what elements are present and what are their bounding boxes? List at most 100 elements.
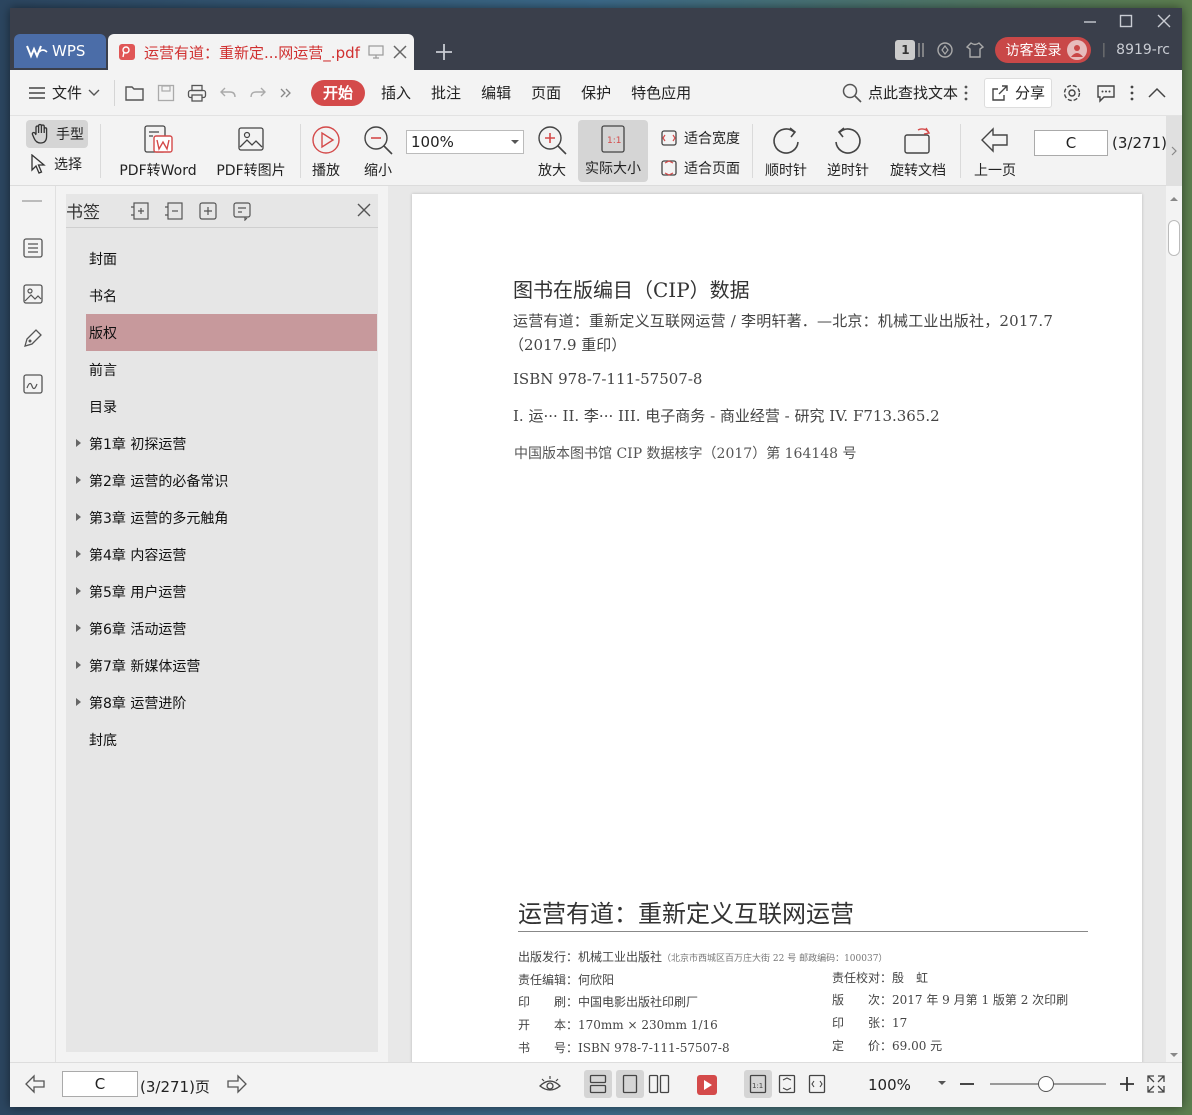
scroll-thumb[interactable] xyxy=(1168,220,1180,256)
document-view[interactable]: 图书在版编目（CIP）数据 运营有道：重新定义互联网运营 / 李明轩著．—北京：… xyxy=(388,186,1166,1062)
bookmark-item[interactable]: 第4章 内容运营 xyxy=(66,536,378,573)
expand-caret-icon[interactable] xyxy=(76,476,81,484)
window-count[interactable]: 1 xyxy=(895,40,925,60)
wps-home-tab[interactable]: WPS xyxy=(14,34,106,68)
bookmark-item[interactable]: 书名 xyxy=(66,277,378,314)
pdf-to-image-button[interactable]: PDF转图片 xyxy=(212,124,290,180)
bookmark-item[interactable]: 第3章 运营的多元触角 xyxy=(66,499,378,536)
status-play-button[interactable] xyxy=(696,1074,718,1096)
two-page-view-button[interactable] xyxy=(648,1074,670,1094)
zoom-slider-thumb[interactable] xyxy=(1038,1076,1054,1092)
expand-caret-icon[interactable] xyxy=(76,698,81,706)
open-folder-icon[interactable] xyxy=(125,84,145,102)
vertical-scrollbar[interactable] xyxy=(1166,186,1182,1062)
status-prev-page-button[interactable] xyxy=(24,1074,46,1094)
save-icon[interactable] xyxy=(157,84,175,102)
tab-edit[interactable]: 编辑 xyxy=(471,78,521,108)
zoom-in-button[interactable]: 放大 xyxy=(534,124,570,180)
bookmark-item[interactable]: 第2章 运营的必备常识 xyxy=(66,462,378,499)
expand-caret-icon[interactable] xyxy=(76,587,81,595)
close-window-button[interactable] xyxy=(1146,10,1182,32)
status-zoom-dropdown[interactable] xyxy=(938,1080,946,1086)
bookmark-item[interactable]: 封面 xyxy=(66,240,378,277)
expand-caret-icon[interactable] xyxy=(76,513,81,521)
undo-icon[interactable] xyxy=(219,85,237,101)
collapse-all-icon[interactable] xyxy=(164,201,184,221)
bookmark-list-icon[interactable] xyxy=(21,236,45,260)
select-tool-button[interactable]: 选择 xyxy=(30,154,82,174)
bookmark-item[interactable]: 第6章 活动运营 xyxy=(66,610,378,647)
previous-page-button[interactable]: 上一页 xyxy=(970,124,1020,180)
pdf-to-word-button[interactable]: PDF转Word xyxy=(112,124,204,180)
expand-caret-icon[interactable] xyxy=(76,661,81,669)
actual-size-button[interactable]: 1:1 实际大小 xyxy=(578,120,648,182)
monitor-icon[interactable] xyxy=(368,44,384,60)
bookmark-item[interactable]: 第8章 运营进阶 xyxy=(66,684,378,721)
bookmark-item[interactable]: 版权 xyxy=(86,314,377,351)
play-button[interactable]: 播放 xyxy=(306,124,346,180)
zoom-out-button[interactable]: 缩小 xyxy=(360,124,396,180)
new-tab-button[interactable] xyxy=(430,38,458,66)
expand-all-icon[interactable] xyxy=(130,201,150,221)
bookmark-item[interactable]: 前言 xyxy=(66,351,378,388)
scroll-down-icon[interactable] xyxy=(1170,1052,1178,1058)
bookmark-item[interactable]: 封底 xyxy=(66,721,378,758)
bookmark-item[interactable]: 第5章 用户运营 xyxy=(66,573,378,610)
tab-page[interactable]: 页面 xyxy=(521,78,571,108)
page-number-input[interactable]: C xyxy=(1034,130,1108,156)
bookmark-item[interactable]: 第1章 初探运营 xyxy=(66,425,378,462)
rotate-document-button[interactable]: 旋转文档 xyxy=(886,124,950,180)
bookmark-settings-icon[interactable] xyxy=(232,201,252,221)
tab-protect[interactable]: 保护 xyxy=(571,78,621,108)
scroll-up-icon[interactable] xyxy=(1170,196,1178,202)
continuous-view-button[interactable] xyxy=(584,1070,612,1098)
gear-icon[interactable] xyxy=(1062,83,1082,103)
fit-page-button[interactable]: 适合页面 xyxy=(660,158,740,178)
bookmark-item[interactable]: 目录 xyxy=(66,388,378,425)
eye-protection-button[interactable] xyxy=(538,1074,562,1094)
single-page-view-button[interactable] xyxy=(616,1070,644,1098)
status-fit-page-button[interactable] xyxy=(778,1074,796,1094)
expand-caret-icon[interactable] xyxy=(76,550,81,558)
bookmark-item[interactable]: 第7章 新媒体运营 xyxy=(66,647,378,684)
thumbnail-icon[interactable] xyxy=(21,282,45,306)
document-tab[interactable]: 运营有道：重新定...网运营_.pdf xyxy=(108,34,414,70)
maximize-button[interactable] xyxy=(1108,10,1144,32)
more-chevron-icon[interactable] xyxy=(279,86,293,100)
close-tab-icon[interactable] xyxy=(392,44,408,60)
close-panel-icon[interactable] xyxy=(356,202,372,218)
tab-start[interactable]: 开始 xyxy=(299,78,371,108)
fit-width-button[interactable]: 适合宽度 xyxy=(660,128,740,148)
status-actual-size-button[interactable]: 1:1 xyxy=(744,1070,772,1098)
find-text-button[interactable]: 点此查找文本 xyxy=(832,78,978,108)
minimize-button[interactable] xyxy=(1072,10,1108,32)
vertical-dots-icon[interactable] xyxy=(1130,85,1134,101)
annotation-pen-icon[interactable] xyxy=(21,326,45,350)
status-fit-width-button[interactable] xyxy=(808,1074,826,1094)
signature-icon[interactable] xyxy=(21,372,45,396)
status-page-input[interactable]: C xyxy=(62,1071,138,1097)
add-bookmark-icon[interactable] xyxy=(198,201,218,221)
expand-caret-icon[interactable] xyxy=(76,624,81,632)
guest-login-button[interactable]: 访客登录 xyxy=(995,37,1092,63)
ribbon-scroll-right[interactable] xyxy=(1166,116,1182,186)
status-next-page-button[interactable] xyxy=(226,1074,248,1094)
share-button[interactable]: 分享 xyxy=(983,77,1052,108)
chevron-up-icon[interactable] xyxy=(1148,87,1166,99)
file-menu[interactable]: 文件 xyxy=(10,78,110,108)
tab-annotate[interactable]: 批注 xyxy=(421,78,471,108)
rotate-clockwise-button[interactable]: 顺时针 xyxy=(760,124,812,180)
skin-icon[interactable] xyxy=(965,40,985,60)
print-icon[interactable] xyxy=(187,84,207,102)
tab-insert[interactable]: 插入 xyxy=(371,78,421,108)
hand-tool-button[interactable]: 手型 xyxy=(26,120,88,148)
comment-icon[interactable] xyxy=(1096,83,1116,103)
gem-icon[interactable] xyxy=(935,40,955,60)
rotate-counterclockwise-button[interactable]: 逆时针 xyxy=(822,124,874,180)
status-zoom-out-button[interactable] xyxy=(958,1074,976,1094)
expand-caret-icon[interactable] xyxy=(76,439,81,447)
sidebar-grip[interactable] xyxy=(22,200,42,202)
tab-special[interactable]: 特色应用 xyxy=(621,78,701,108)
zoom-select[interactable]: 100% xyxy=(406,130,524,154)
redo-icon[interactable] xyxy=(249,85,267,101)
